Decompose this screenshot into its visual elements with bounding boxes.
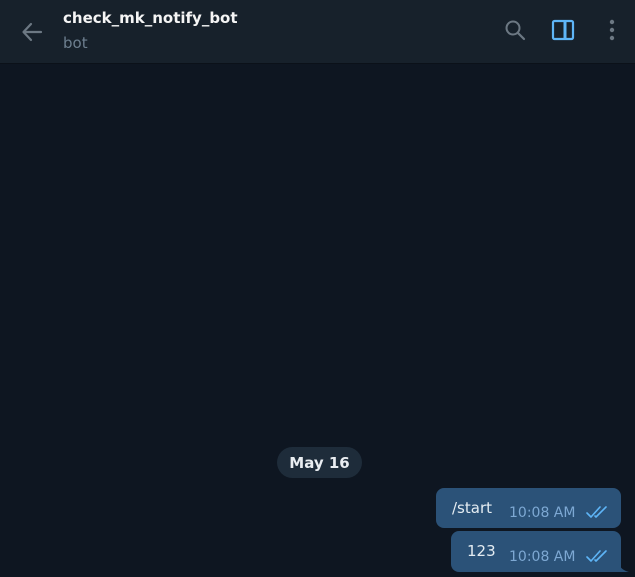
- more-vertical-icon: [609, 19, 615, 41]
- more-menu-button[interactable]: [596, 14, 628, 46]
- chat-header: check_mk_notify_bot bot: [0, 0, 635, 64]
- toggle-side-panel-button[interactable]: [547, 14, 579, 46]
- side-panel-icon: [551, 19, 575, 41]
- outgoing-message[interactable]: 123 10:08 AM: [451, 531, 621, 572]
- chat-window: check_mk_notify_bot bot May 16 /start 10…: [0, 0, 635, 577]
- outgoing-message[interactable]: /start 10:08 AM: [436, 488, 621, 528]
- date-separator: May 16: [277, 447, 362, 478]
- message-time: 10:08 AM: [509, 505, 576, 521]
- bubble-tail: [619, 561, 629, 572]
- search-icon: [505, 20, 526, 41]
- search-button[interactable]: [499, 14, 531, 46]
- message-text: 123: [467, 542, 496, 560]
- message-text: /start: [452, 499, 492, 517]
- chat-subtitle: bot: [63, 34, 88, 52]
- chat-info[interactable]: check_mk_notify_bot bot: [63, 8, 238, 53]
- chat-title: check_mk_notify_bot: [63, 9, 238, 27]
- double-check-icon: [586, 506, 607, 518]
- back-arrow-icon: [22, 22, 43, 42]
- back-button[interactable]: [14, 14, 50, 50]
- double-check-icon: [586, 550, 607, 562]
- message-time: 10:08 AM: [509, 549, 576, 565]
